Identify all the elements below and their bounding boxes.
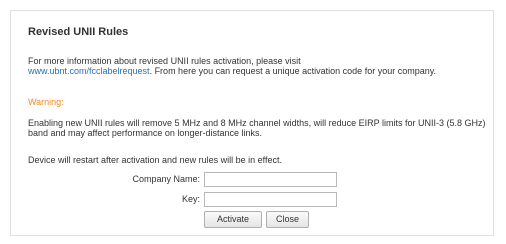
close-button[interactable]: Close <box>266 211 309 228</box>
info-paragraph: For more information about revised UNII … <box>28 56 488 76</box>
company-name-label: Company Name: <box>132 174 200 184</box>
warning-text: Enabling new UNII rules will remove 5 MH… <box>28 118 486 138</box>
key-label: Key: <box>181 194 200 204</box>
info-text-after: . From here you can request a unique act… <box>149 66 437 76</box>
key-input[interactable] <box>204 192 337 207</box>
warning-label: Warning: <box>28 97 64 107</box>
company-name-input[interactable] <box>204 172 337 187</box>
dialog-title: Revised UNII Rules <box>28 26 129 38</box>
activate-button[interactable]: Activate <box>204 211 262 228</box>
restart-note: Device will restart after activation and… <box>28 155 282 165</box>
fcc-label-request-link[interactable]: www.ubnt.com/fcclabelrequest <box>28 66 150 76</box>
info-text-before: For more information about revised UNII … <box>28 56 301 66</box>
